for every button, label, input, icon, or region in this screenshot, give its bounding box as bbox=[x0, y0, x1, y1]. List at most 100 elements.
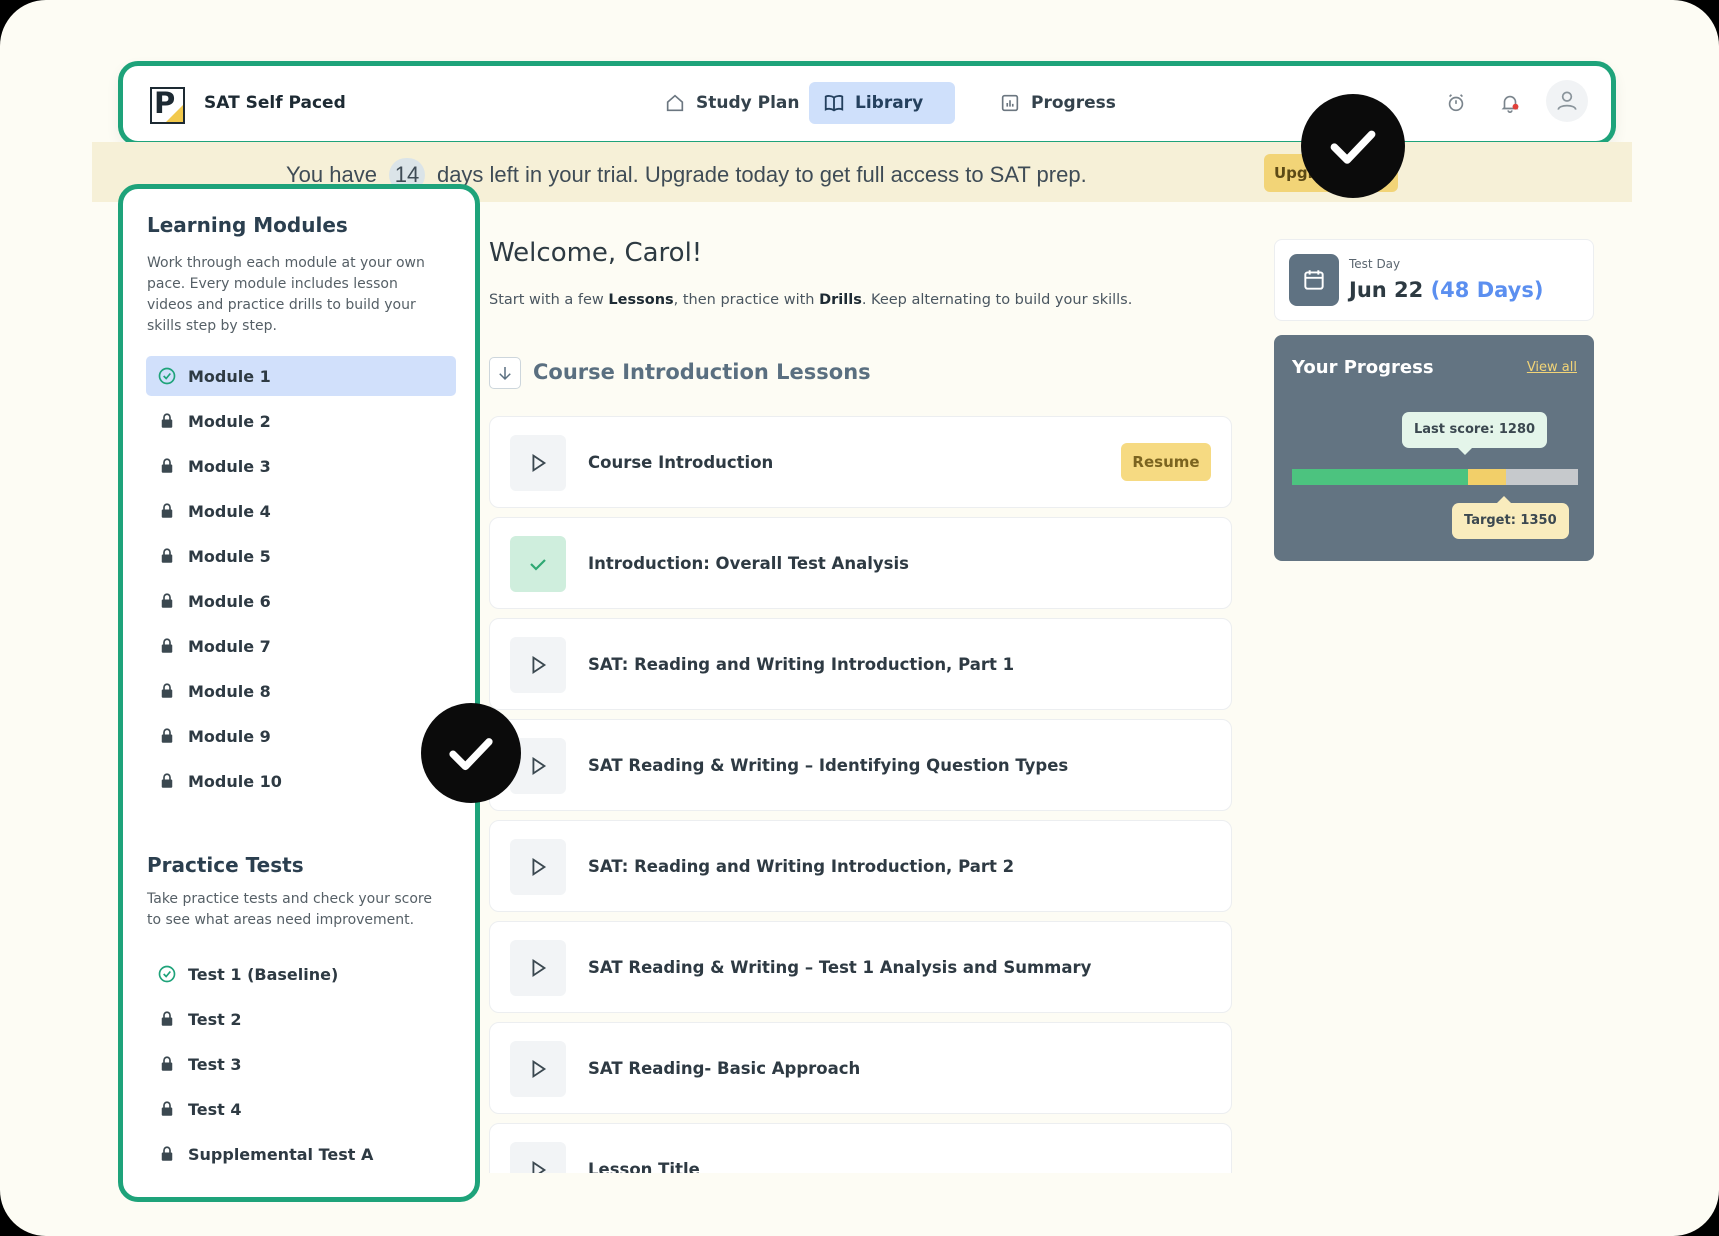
sidebar-item-module-5[interactable]: Module 5 bbox=[146, 536, 456, 576]
sidebar-item-label: Module 4 bbox=[188, 501, 271, 521]
sidebar-item-label: Module 8 bbox=[188, 681, 271, 701]
lesson-title: Course Introduction bbox=[588, 453, 774, 472]
sidebar-item-module-2[interactable]: Module 2 bbox=[146, 401, 456, 441]
score-progress-bar bbox=[1292, 469, 1578, 485]
sidebar-item-test-2[interactable]: Test 2 bbox=[146, 999, 456, 1039]
sidebar-item-label: Test 2 bbox=[188, 1009, 242, 1029]
test-day-label: Test Day bbox=[1349, 257, 1401, 271]
sidebar: Learning Modules Work through each modul… bbox=[118, 184, 480, 1202]
lesson-title: SAT: Reading and Writing Introduction, P… bbox=[588, 655, 1015, 674]
sidebar-item-module-8[interactable]: Module 8 bbox=[146, 671, 456, 711]
arrow-down-icon bbox=[499, 367, 511, 381]
sidebar-item-label: Module 7 bbox=[188, 636, 271, 656]
lock-icon bbox=[156, 500, 178, 522]
sidebar-item-label: Test 3 bbox=[188, 1054, 242, 1074]
practice-tests-description: Take practice tests and check your score… bbox=[147, 891, 432, 928]
lesson-card[interactable]: SAT Reading & Writing – Test 1 Analysis … bbox=[489, 921, 1232, 1013]
view-all-link[interactable]: View all bbox=[1527, 360, 1577, 375]
checkmark-badge-icon bbox=[421, 703, 521, 803]
tab-label: Library bbox=[855, 93, 924, 113]
sidebar-item-supplemental-test-a[interactable]: Supplemental Test A bbox=[146, 1134, 456, 1174]
lock-icon bbox=[156, 590, 178, 612]
timer-icon[interactable] bbox=[1441, 88, 1471, 118]
tab-label: Study Plan bbox=[696, 93, 800, 113]
modules-heading: Learning Modules bbox=[147, 213, 348, 237]
sidebar-item-test-4[interactable]: Test 4 bbox=[146, 1089, 456, 1129]
practice-tests-heading: Practice Tests bbox=[147, 853, 304, 877]
sidebar-item-module-7[interactable]: Module 7 bbox=[146, 626, 456, 666]
lock-icon bbox=[156, 1098, 178, 1120]
target-gap-fill bbox=[1467, 469, 1507, 485]
sidebar-item-label: Module 2 bbox=[188, 411, 271, 431]
check-circle-icon bbox=[156, 963, 178, 985]
sidebar-item-label: Module 1 bbox=[188, 366, 271, 386]
lesson-card[interactable]: Course Introduction Resume bbox=[489, 416, 1232, 508]
sidebar-item-module-3[interactable]: Module 3 bbox=[146, 446, 456, 486]
home-icon bbox=[666, 94, 684, 112]
lock-icon bbox=[156, 635, 178, 657]
section-title: Course Introduction Lessons bbox=[533, 360, 871, 384]
play-icon[interactable] bbox=[510, 1041, 566, 1097]
sidebar-item-module-9[interactable]: Module 9 bbox=[146, 716, 456, 756]
calendar-icon bbox=[1289, 254, 1339, 306]
sidebar-item-module-4[interactable]: Module 4 bbox=[146, 491, 456, 531]
app-frame: P SAT Self Paced Study Plan Library Prog… bbox=[0, 0, 1719, 1236]
intro-text: Start with a few Lessons, then practice … bbox=[489, 292, 1133, 308]
tab-study-plan[interactable]: Study Plan bbox=[650, 82, 814, 124]
sidebar-item-label: Test 1 (Baseline) bbox=[188, 964, 339, 984]
play-icon[interactable] bbox=[510, 839, 566, 895]
lock-icon bbox=[156, 725, 178, 747]
lesson-title: SAT Reading & Writing – Identifying Ques… bbox=[588, 756, 1069, 775]
welcome-heading: Welcome, Carol! bbox=[489, 238, 703, 268]
days-remaining: (48 Days) bbox=[1430, 278, 1544, 302]
play-icon[interactable] bbox=[510, 940, 566, 996]
sidebar-item-label: Module 5 bbox=[188, 546, 271, 566]
sidebar-item-test-3[interactable]: Test 3 bbox=[146, 1044, 456, 1084]
lesson-card[interactable]: SAT Reading- Basic Approach bbox=[489, 1022, 1232, 1114]
progress-card: Your Progress View all Last score: 1280 … bbox=[1274, 335, 1594, 561]
banner-text-suffix: days left in your trial. Upgrade today t… bbox=[436, 162, 1087, 187]
sidebar-item-label: Module 9 bbox=[188, 726, 271, 746]
sidebar-item-label: Supplemental Test A bbox=[188, 1144, 374, 1164]
sidebar-item-label: Test 4 bbox=[188, 1099, 242, 1119]
lock-icon bbox=[156, 410, 178, 432]
user-avatar-icon[interactable] bbox=[1546, 80, 1588, 122]
check-circle-icon bbox=[156, 365, 178, 387]
last-score-fill bbox=[1292, 469, 1468, 485]
lock-icon bbox=[156, 1008, 178, 1030]
lesson-card[interactable]: SAT: Reading and Writing Introduction, P… bbox=[489, 820, 1232, 912]
play-icon[interactable] bbox=[510, 1142, 566, 1173]
tab-label: Progress bbox=[1031, 93, 1116, 113]
lesson-title: SAT Reading & Writing – Test 1 Analysis … bbox=[588, 958, 1092, 977]
lesson-title: Lesson Title bbox=[588, 1160, 700, 1173]
lock-icon bbox=[156, 1053, 178, 1075]
checkmark-badge-icon bbox=[1301, 94, 1405, 198]
lesson-card[interactable]: SAT Reading & Writing – Identifying Ques… bbox=[489, 719, 1232, 811]
lesson-card[interactable]: Lesson Title bbox=[489, 1123, 1232, 1173]
lesson-title: Introduction: Overall Test Analysis bbox=[588, 554, 909, 573]
play-icon[interactable] bbox=[510, 435, 566, 491]
last-score-tooltip: Last score: 1280 bbox=[1402, 412, 1548, 455]
test-day-date: Jun 22 (48 Days) bbox=[1349, 278, 1544, 302]
target-tooltip: Target: 1350 bbox=[1452, 496, 1569, 539]
bell-icon[interactable] bbox=[1495, 88, 1525, 118]
lesson-list: Course Introduction Resume Introduction:… bbox=[489, 416, 1232, 1173]
tab-library[interactable]: Library bbox=[809, 82, 955, 124]
tab-progress[interactable]: Progress bbox=[985, 82, 1130, 124]
lesson-card[interactable]: SAT: Reading and Writing Introduction, P… bbox=[489, 618, 1232, 710]
play-icon[interactable] bbox=[510, 637, 566, 693]
sidebar-item-test-1[interactable]: Test 1 (Baseline) bbox=[146, 954, 456, 994]
sidebar-item-module-10[interactable]: Module 10 bbox=[146, 761, 456, 801]
sidebar-item-module-1[interactable]: Module 1 bbox=[146, 356, 456, 396]
collapse-section-button[interactable] bbox=[489, 357, 521, 389]
sidebar-item-label: Module 3 bbox=[188, 456, 271, 476]
sidebar-item-module-6[interactable]: Module 6 bbox=[146, 581, 456, 621]
chart-icon bbox=[1001, 94, 1019, 112]
lock-icon bbox=[156, 770, 178, 792]
lesson-title: SAT Reading- Basic Approach bbox=[588, 1059, 861, 1078]
lesson-card[interactable]: Introduction: Overall Test Analysis bbox=[489, 517, 1232, 609]
lock-icon bbox=[156, 545, 178, 567]
sidebar-item-label: Module 10 bbox=[188, 771, 282, 791]
resume-button[interactable]: Resume bbox=[1121, 443, 1211, 481]
app-title: SAT Self Paced bbox=[204, 93, 346, 113]
